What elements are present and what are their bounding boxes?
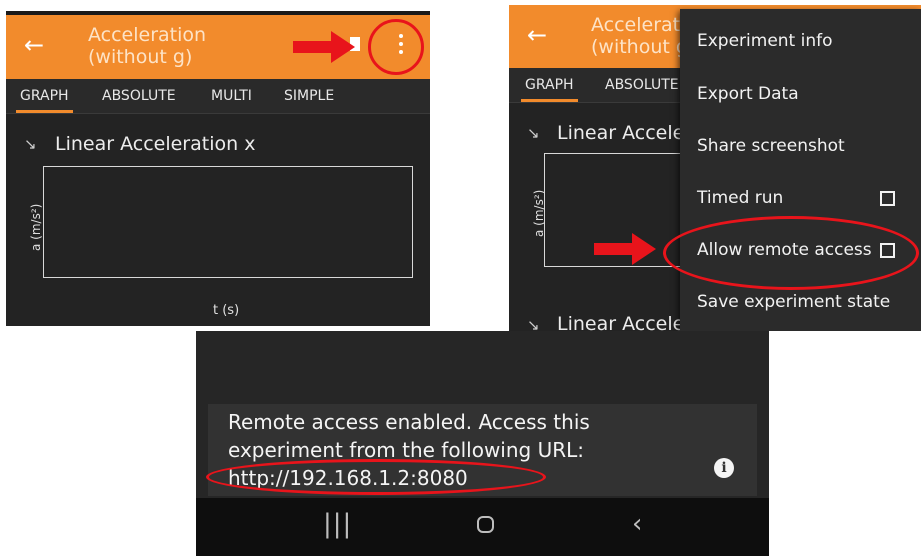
message-line-1: Remote access enabled. Access this [228, 410, 590, 434]
menu-item-timed-run[interactable]: Timed run [697, 188, 783, 208]
expand-icon[interactable]: ↘ [527, 124, 540, 142]
recents-icon[interactable]: ||| [323, 508, 352, 540]
android-nav-bar: ||| ‹ [196, 498, 769, 556]
y-axis-label: a (m/s²) [29, 203, 43, 251]
app-bar: ← Acceleration (without g) [6, 15, 430, 79]
experiment-title: Acceleration (without g) [88, 24, 206, 68]
title-line-1: Acceleration [88, 24, 207, 46]
expand-icon[interactable]: ↘ [527, 316, 540, 331]
menu-item-export-data[interactable]: Export Data [697, 84, 799, 104]
phone-screen-snackbar: Remote access enabled. Access this exper… [196, 331, 769, 556]
arrow-left-icon[interactable]: ← [24, 31, 44, 59]
back-chevron-icon[interactable]: ‹ [632, 508, 642, 540]
menu-item-save-experiment-state[interactable]: Save experiment state [697, 292, 890, 312]
phone-screen-menu: ← Accelerat (without g GRAPH ABSOLUTE ↘ … [509, 5, 921, 331]
tab-absolute[interactable]: ABSOLUTE [102, 88, 176, 104]
remote-access-highlight-ellipse [663, 216, 919, 290]
tab-graph[interactable]: GRAPH [16, 88, 73, 113]
home-icon[interactable] [477, 516, 494, 533]
menu-item-share-screenshot[interactable]: Share screenshot [697, 136, 845, 156]
timed-run-checkbox[interactable] [880, 191, 895, 206]
y-axis-label: a (m/s²) [532, 189, 546, 237]
tab-bar: GRAPH ABSOLUTE MULTI SIMPLE [6, 79, 430, 114]
x-axis-label: t (s) [213, 303, 240, 318]
tab-graph[interactable]: GRAPH [521, 77, 578, 102]
arrow-left-icon[interactable]: ← [527, 21, 547, 49]
graph-area[interactable] [43, 166, 413, 278]
info-icon[interactable]: i [714, 458, 734, 478]
experiment-title: Accelerat (without g [591, 14, 688, 58]
title-line-2: (without g [591, 36, 688, 58]
title-line-1: Accelerat [591, 14, 681, 36]
tab-simple[interactable]: SIMPLE [284, 88, 334, 104]
title-line-2: (without g) [88, 46, 193, 68]
menu-highlight-circle [368, 19, 424, 75]
expand-icon[interactable]: ↘ [24, 135, 37, 153]
red-arrow-annotation [594, 233, 656, 265]
phone-screen-graph: ← Acceleration (without g) GRAPH ABSOLUT… [6, 11, 430, 326]
menu-item-experiment-info[interactable]: Experiment info [697, 31, 833, 51]
tab-absolute[interactable]: ABSOLUTE [605, 77, 679, 93]
sensor-label: Linear Accele [557, 122, 685, 144]
sensor-label: Linear Acceleration x [55, 133, 256, 155]
red-arrow-annotation [293, 31, 355, 63]
tab-multi[interactable]: MULTI [211, 88, 252, 104]
url-highlight-ellipse [206, 459, 546, 495]
